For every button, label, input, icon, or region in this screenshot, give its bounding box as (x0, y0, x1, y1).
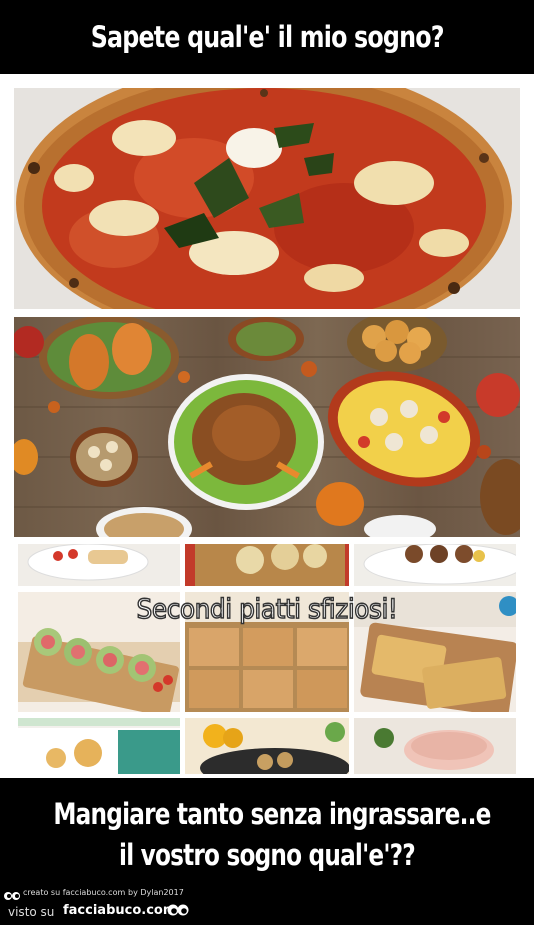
dish-pan-illustration (200, 722, 349, 774)
seen-on-label: visto su (8, 905, 55, 919)
pizza-photo (14, 88, 520, 309)
dish-muffins-illustration (18, 718, 180, 774)
punchline-line-2: il vostro sogno qual'e'?? (119, 838, 416, 872)
collage-tile-8 (185, 718, 349, 774)
table-spread-photo (14, 317, 520, 537)
dish-skewers-illustration (363, 544, 516, 585)
header-bar: Sapete qual'e' il mio sogno? (0, 0, 534, 74)
dish-roast-meat-illustration (354, 718, 516, 774)
dish-rolls-illustration (195, 544, 345, 586)
meme-punchline: Mangiare tanto senza ingrassare..e il vo… (0, 794, 534, 876)
eyes-logo-small-icon (4, 886, 20, 905)
dish-plate-illustration (27, 544, 149, 581)
eyes-logo-icon (167, 902, 189, 921)
collage-tile-2 (185, 544, 349, 586)
collage-tile-9 (354, 718, 516, 774)
created-on-credit: creato su facciabuco.com (23, 888, 126, 897)
collage-tile-1 (18, 544, 180, 586)
collage-caption: Secondi piatti sfiziosi! (136, 593, 399, 626)
author-credit: by Dylan2017 (128, 888, 184, 897)
collage-tile-7 (18, 718, 180, 774)
collage-tile-3 (354, 544, 516, 586)
pizza-illustration (14, 88, 520, 309)
second-courses-collage: Secondi piatti sfiziosi! (14, 542, 520, 776)
photo-frame: Secondi piatti sfiziosi! (0, 74, 534, 778)
meme-title: Sapete qual'e' il mio sogno? (90, 20, 445, 54)
table-spread-illustration (14, 317, 520, 537)
site-link[interactable]: facciabuco.com (63, 903, 176, 918)
punchline-line-1: Mangiare tanto senza ingrassare..e (53, 797, 491, 831)
